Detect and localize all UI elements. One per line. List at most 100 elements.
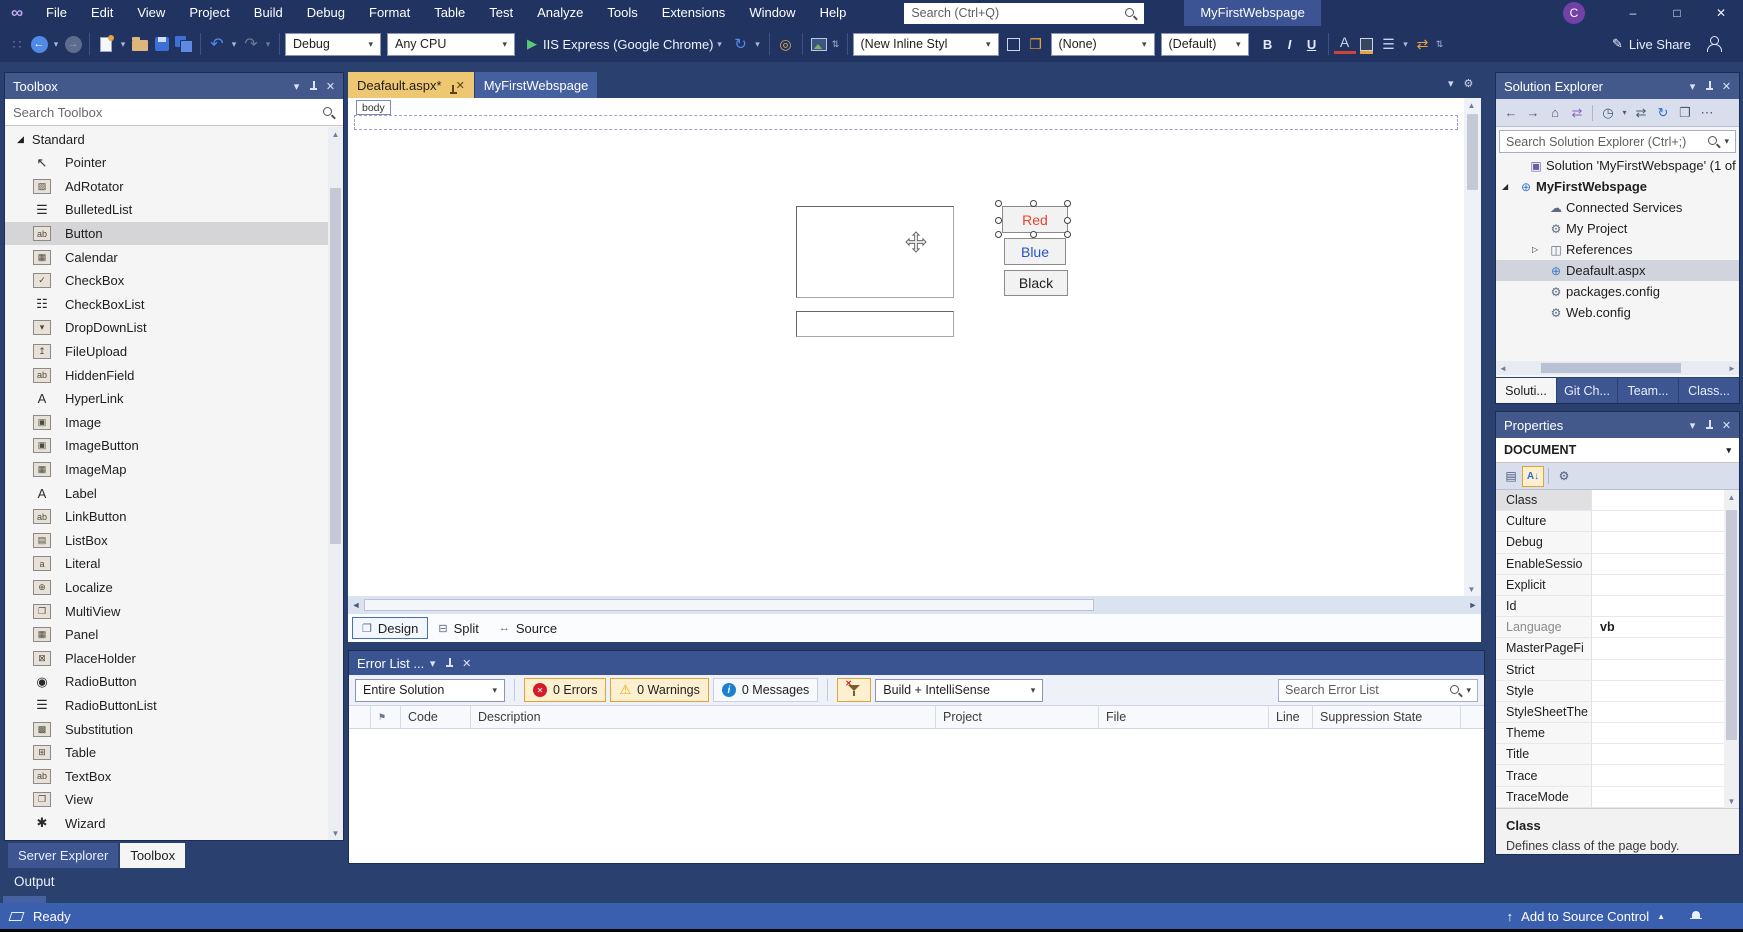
scroll-down-icon[interactable]: ▼	[328, 826, 343, 840]
pin-icon[interactable]	[1701, 417, 1718, 434]
error-list-search-input[interactable]: Search Error List ▾	[1278, 678, 1478, 702]
toolbar-options-dropdown[interactable]: ⇅	[1434, 32, 1446, 56]
property-value[interactable]	[1592, 596, 1739, 616]
sync-active-document-icon[interactable]: ⇄	[1566, 103, 1588, 123]
toolbox-item[interactable]: ▦ Calendar	[5, 245, 343, 269]
underline-button[interactable]: U	[1301, 32, 1323, 56]
property-row[interactable]: Style	[1496, 680, 1739, 702]
property-row[interactable]: Title	[1496, 744, 1739, 766]
scrollbar-thumb[interactable]	[364, 599, 1094, 611]
tree-item[interactable]: ⚙ packages.config	[1496, 281, 1739, 302]
toolbox-item[interactable]: ☷ CheckBoxList	[5, 293, 343, 317]
feedback-icon[interactable]	[1705, 35, 1723, 53]
property-row[interactable]: Class	[1496, 490, 1739, 512]
close-icon[interactable]: ✕	[456, 79, 465, 92]
save-all-button[interactable]	[173, 32, 195, 56]
live-share-button[interactable]: ✎ Live Share	[1602, 36, 1701, 52]
scrollbar-thumb[interactable]	[1467, 114, 1478, 190]
toolbox-item[interactable]: ✱ Wizard	[5, 812, 343, 836]
show-overlay-button[interactable]	[1003, 32, 1025, 56]
window-position-chevron-icon[interactable]: ▾	[1684, 78, 1701, 95]
property-row[interactable]: Debug	[1496, 532, 1739, 554]
error-list-body[interactable]	[349, 729, 1484, 863]
column-header[interactable]: Description	[471, 706, 936, 728]
refresh-icon[interactable]: ↻	[1652, 103, 1674, 123]
redo-dropdown[interactable]: ▾	[262, 32, 274, 56]
property-row[interactable]: Culture	[1496, 511, 1739, 533]
close-icon[interactable]: ✕	[1718, 417, 1735, 434]
document-tab[interactable]: MyFirstWebspage ✕	[474, 72, 598, 98]
redo-button[interactable]: ↷	[240, 32, 262, 56]
property-value[interactable]	[1592, 638, 1739, 658]
selected-object-dropdown[interactable]: DOCUMENT ▾	[1496, 438, 1739, 463]
navigate-back-dropdown[interactable]: ▾	[50, 32, 62, 56]
tree-item[interactable]: ☁ Connected Services	[1496, 197, 1739, 218]
dock-tab[interactable]: Server Explorer	[8, 843, 119, 868]
close-icon[interactable]: ✕	[458, 655, 475, 672]
toolbox-item[interactable]: ↖ Pointer	[5, 151, 343, 175]
convert-to-hyperlink-button[interactable]: ⇄	[1412, 32, 1434, 56]
column-header[interactable]: Project	[936, 706, 1099, 728]
pending-changes-filter-icon[interactable]: ◷	[1597, 103, 1619, 123]
toolbox-item[interactable]: ▦ Panel	[5, 623, 343, 647]
close-icon[interactable]: ✕	[322, 78, 339, 95]
tree-item[interactable]: ▣ Solution 'MyFirstWebspage' (1 of 1	[1496, 155, 1739, 176]
browser-preview-button[interactable]	[808, 32, 830, 56]
run-target-dropdown[interactable]: ▾	[714, 32, 726, 56]
user-avatar[interactable]: C	[1563, 2, 1585, 24]
undo-dropdown[interactable]: ▾	[228, 32, 240, 56]
menu-item[interactable]: Window	[737, 0, 807, 26]
navigate-back-button[interactable]: ←	[28, 32, 50, 56]
overflow-icon[interactable]: ⋯	[1696, 103, 1718, 123]
pin-icon[interactable]	[305, 78, 322, 95]
target-rule-dropdown[interactable]: (None) ▾	[1050, 32, 1155, 56]
property-value[interactable]	[1592, 765, 1739, 785]
toolbox-item[interactable]: ▨ AdRotator	[5, 175, 343, 199]
tree-item[interactable]: ▷ ◫ References	[1496, 239, 1739, 260]
toolbox-item[interactable]: ▾ DropDownList	[5, 316, 343, 340]
quick-search-input[interactable]: Search (Ctrl+Q)	[904, 2, 1145, 24]
toolbox-item[interactable]: ai Xml	[5, 835, 343, 841]
menu-item[interactable]: Help	[808, 0, 859, 26]
property-row[interactable]: Id	[1496, 595, 1739, 618]
solution-platform-dropdown[interactable]: Any CPU ▾	[387, 32, 515, 56]
browser-preview-dropdown[interactable]: ⇅	[830, 32, 842, 56]
property-row[interactable]: Trace	[1496, 765, 1739, 787]
warnings-filter-button[interactable]: ⚠ 0 Warnings	[610, 678, 709, 702]
toolbox-item[interactable]: ⊕ Localize	[5, 576, 343, 600]
menu-item[interactable]: Table	[422, 0, 477, 26]
textbox-control[interactable]	[796, 311, 954, 337]
toolbox-item[interactable]: A Label	[5, 481, 343, 505]
property-row[interactable]: TraceMode	[1496, 786, 1739, 808]
property-value[interactable]	[1592, 681, 1739, 701]
solution-explorer-horizontal-scrollbar[interactable]: ◄ ►	[1496, 361, 1739, 375]
menu-item[interactable]: Edit	[79, 0, 125, 26]
scroll-up-icon[interactable]: ▲	[1724, 490, 1739, 504]
alphabetical-sort-icon[interactable]: A↓	[1522, 465, 1544, 487]
column-header[interactable]: Line	[1269, 706, 1313, 728]
minimize-button[interactable]: –	[1611, 0, 1655, 26]
design-button-control[interactable]: Blue	[1004, 238, 1066, 265]
toolbox-item[interactable]: ab HiddenField	[5, 363, 343, 387]
build-intellisense-dropdown[interactable]: Build + IntelliSense ▾	[875, 678, 1044, 702]
scroll-left-icon[interactable]: ◄	[348, 596, 364, 614]
add-to-source-control-button[interactable]: Add to Source Control	[1521, 909, 1649, 924]
property-row[interactable]: Strict	[1496, 659, 1739, 681]
property-value[interactable]	[1592, 744, 1739, 764]
designer-horizontal-scrollbar[interactable]: ◄ ►	[348, 596, 1481, 614]
toolbox-item[interactable]: ab TextBox	[5, 764, 343, 788]
alignment-button[interactable]: ☰	[1378, 32, 1400, 56]
toolbox-item[interactable]: ▣ Image	[5, 411, 343, 435]
property-value[interactable]	[1592, 554, 1739, 574]
maximize-button[interactable]: □	[1655, 0, 1699, 26]
toolbox-item[interactable]: A HyperLink	[5, 387, 343, 411]
highlight-color-button[interactable]	[1356, 32, 1378, 56]
menu-item[interactable]: Tools	[595, 0, 649, 26]
window-position-chevron-icon[interactable]: ▾	[424, 655, 441, 672]
property-value[interactable]	[1592, 787, 1739, 807]
collapse-all-icon[interactable]: ❐	[1674, 103, 1696, 123]
scroll-left-icon[interactable]: ◄	[1496, 361, 1510, 375]
properties-scrollbar[interactable]: ▲ ▼	[1724, 490, 1739, 808]
property-value[interactable]	[1592, 723, 1739, 743]
navigate-forward-button[interactable]: →	[62, 32, 84, 56]
